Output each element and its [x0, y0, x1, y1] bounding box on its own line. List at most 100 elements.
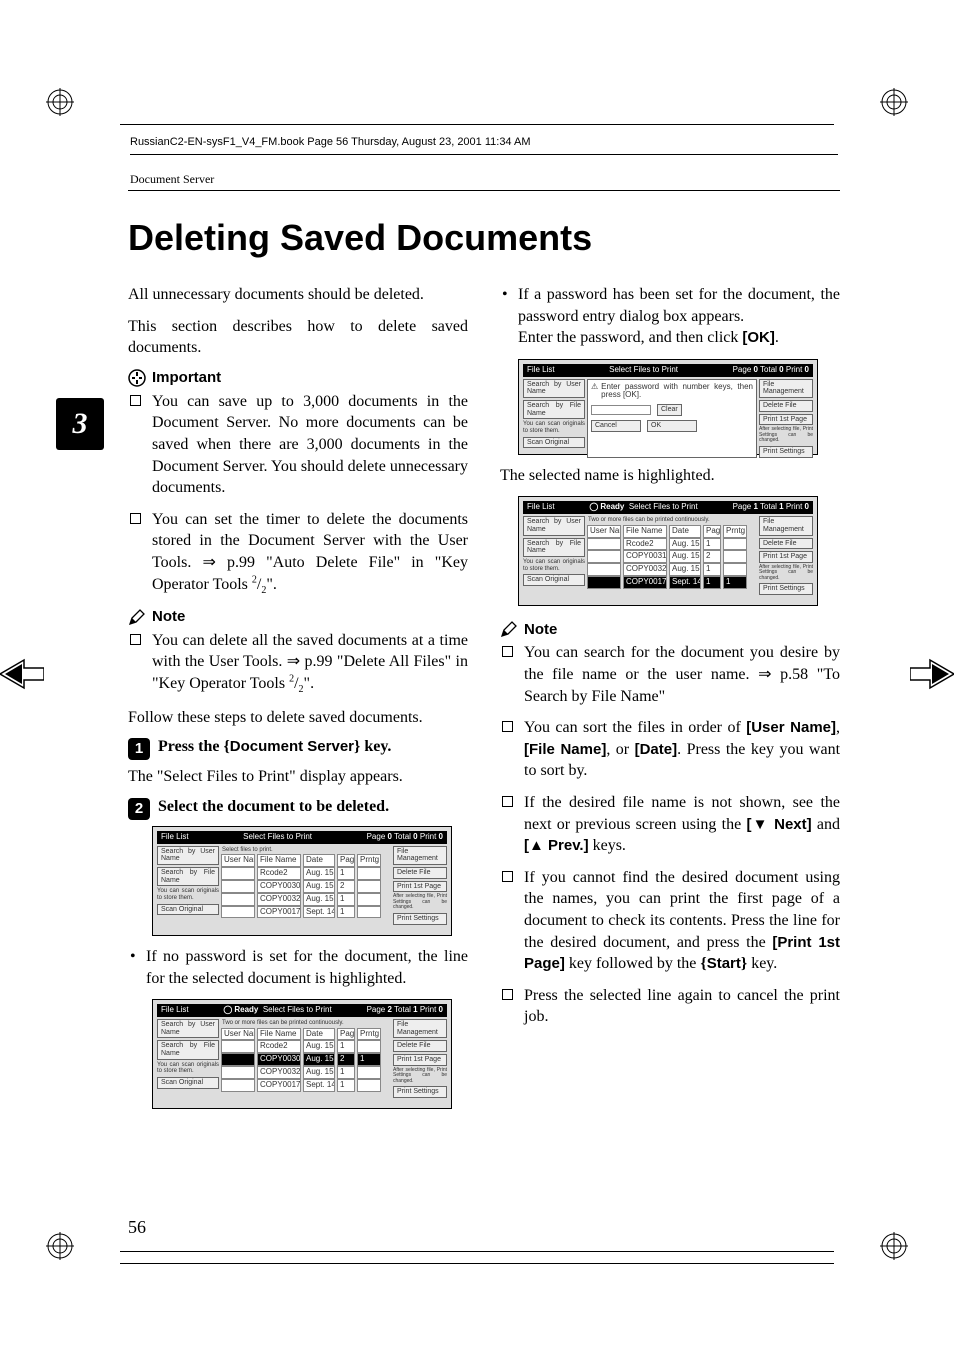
scan-original-button[interactable]: Scan Original [157, 1077, 219, 1089]
table-row[interactable]: COPY0031Aug. 152 [587, 550, 757, 563]
delete-file-button[interactable]: Delete File [393, 1040, 447, 1052]
note-heading: Note [128, 608, 468, 626]
rule [128, 190, 840, 191]
square-bullet-icon [130, 634, 141, 645]
pencil-icon [128, 608, 146, 626]
table-row[interactable]: COPY0017Sept. 141 [221, 906, 391, 919]
ui-screenshot: File ListSelect Files to PrintPage 0 Tot… [152, 826, 452, 936]
registration-mark-icon [46, 88, 74, 116]
search-user-button[interactable]: Search by User Name [523, 379, 585, 398]
print-settings-button[interactable]: Print Settings [759, 583, 813, 595]
list-item: If a password has been set for the docum… [500, 284, 840, 349]
ok-button[interactable]: OK [647, 420, 697, 432]
print-1st-page-button[interactable]: Print 1st Page [759, 551, 813, 563]
step-number-badge: 1 [128, 738, 150, 760]
important-label: Important [152, 369, 221, 386]
print-settings-button[interactable]: Print Settings [393, 913, 447, 925]
chapter-tab: 3 [56, 398, 104, 450]
page-title: Deleting Saved Documents [128, 220, 592, 256]
print-1st-page-button[interactable]: Print 1st Page [393, 881, 447, 893]
note-heading: Note [500, 620, 840, 638]
list-item: If no password is set for the document, … [128, 946, 468, 989]
table-row[interactable]: COPY0030Aug. 152 [221, 880, 391, 893]
list-item: You can delete all the saved documents a… [128, 630, 468, 697]
intro-paragraph: All unnecessary documents should be dele… [128, 284, 468, 306]
dialog-message: Enter password with number keys, then pr… [601, 383, 753, 401]
rule [120, 124, 834, 125]
table-row[interactable]: COPY0030Aug. 1521 [221, 1053, 391, 1066]
step-number-badge: 2 [128, 798, 150, 820]
running-header-text: RussianC2-EN-sysF1_V4_FM.book Page 56 Th… [130, 136, 531, 148]
search-file-button[interactable]: Search by File Name [157, 867, 219, 886]
rule [120, 1251, 834, 1252]
table-row[interactable]: COPY0032Aug. 151 [221, 893, 391, 906]
pencil-icon [500, 620, 518, 638]
search-file-button[interactable]: Search by File Name [523, 400, 585, 419]
rule [120, 1263, 834, 1264]
intro-paragraph: This section describes how to delete sav… [128, 316, 468, 359]
list-item: You can save up to 3,000 documents in th… [128, 391, 468, 499]
square-bullet-icon [130, 395, 141, 406]
square-bullet-icon [130, 513, 141, 524]
running-header: RussianC2-EN-sysF1_V4_FM.book Page 56 Th… [130, 136, 531, 148]
table-row[interactable]: Rcode2Aug. 151 [587, 538, 757, 551]
list-item: You can sort the files in order of [User… [500, 717, 840, 782]
password-input[interactable] [591, 405, 651, 415]
search-file-button[interactable]: Search by File Name [523, 538, 585, 557]
square-bullet-icon [502, 989, 513, 1000]
step-text: Press the {Document Server} key. [158, 738, 391, 756]
ui-screenshot: File ListReady Select Files to PrintPage… [518, 496, 818, 606]
note-label: Note [524, 621, 557, 638]
important-heading: Important [128, 369, 468, 387]
list-item: You can search for the document you desi… [500, 642, 840, 707]
list-item: You can set the timer to delete the docu… [128, 509, 468, 598]
file-management-button[interactable]: File Management [393, 1019, 447, 1038]
table-row[interactable]: COPY0017Sept. 141 [221, 1079, 391, 1092]
table-row[interactable]: COPY0032Aug. 151 [587, 563, 757, 576]
fold-arrow-right-icon [910, 656, 954, 692]
ui-screenshot: File ListReady Select Files to PrintPage… [152, 999, 452, 1109]
delete-file-button[interactable]: Delete File [393, 867, 447, 879]
registration-mark-icon [46, 1232, 74, 1260]
search-user-button[interactable]: Search by User Name [523, 516, 585, 535]
print-settings-button[interactable]: Print Settings [393, 1086, 447, 1098]
search-user-button[interactable]: Search by User Name [157, 846, 219, 865]
step-body: The "Select Files to Print" display appe… [128, 766, 468, 788]
registration-mark-icon [880, 1232, 908, 1260]
body-text: The selected name is highlighted. [500, 465, 840, 487]
right-column: If a password has been set for the docum… [500, 284, 840, 1109]
table-row[interactable]: COPY0032Aug. 151 [221, 1066, 391, 1079]
step-1: 1 Press the {Document Server} key. [128, 738, 468, 760]
scan-original-button[interactable]: Scan Original [523, 574, 585, 586]
table-row[interactable]: Rcode2Aug. 151 [221, 1040, 391, 1053]
scan-original-button[interactable]: Scan Original [523, 437, 585, 449]
important-icon [128, 369, 146, 387]
cancel-button[interactable]: Cancel [591, 420, 641, 432]
table-row[interactable]: COPY0017Sept. 1411 [587, 576, 757, 589]
list-item: If you cannot find the desired document … [500, 867, 840, 975]
search-user-button[interactable]: Search by User Name [157, 1019, 219, 1038]
step-2: 2 Select the document to be deleted. [128, 798, 468, 820]
list-item: If the desired file name is not shown, s… [500, 792, 840, 857]
page-number: 56 [128, 1217, 146, 1238]
file-management-button[interactable]: File Management [759, 516, 813, 535]
list-item: Press the selected line again to cancel … [500, 985, 840, 1028]
warning-icon: ⚠ [591, 383, 598, 392]
section-label: Document Server [130, 172, 214, 187]
clear-button[interactable]: Clear [657, 404, 682, 416]
square-bullet-icon [502, 721, 513, 732]
left-column: All unnecessary documents should be dele… [128, 284, 468, 1109]
fold-arrow-left-icon [0, 656, 44, 692]
print-1st-page-button[interactable]: Print 1st Page [393, 1054, 447, 1066]
square-bullet-icon [502, 646, 513, 657]
file-management-button[interactable]: File Management [393, 846, 447, 865]
table-row[interactable]: Rcode2Aug. 151 [221, 867, 391, 880]
ui-screenshot: File ListSelect Files to PrintPage 0 Tot… [518, 359, 818, 455]
step-text: Select the document to be deleted. [158, 798, 389, 816]
scan-original-button[interactable]: Scan Original [157, 904, 219, 916]
search-file-button[interactable]: Search by File Name [157, 1040, 219, 1059]
delete-file-button[interactable]: Delete File [759, 538, 813, 550]
square-bullet-icon [502, 871, 513, 882]
note-label: Note [152, 608, 185, 625]
registration-mark-icon [880, 88, 908, 116]
